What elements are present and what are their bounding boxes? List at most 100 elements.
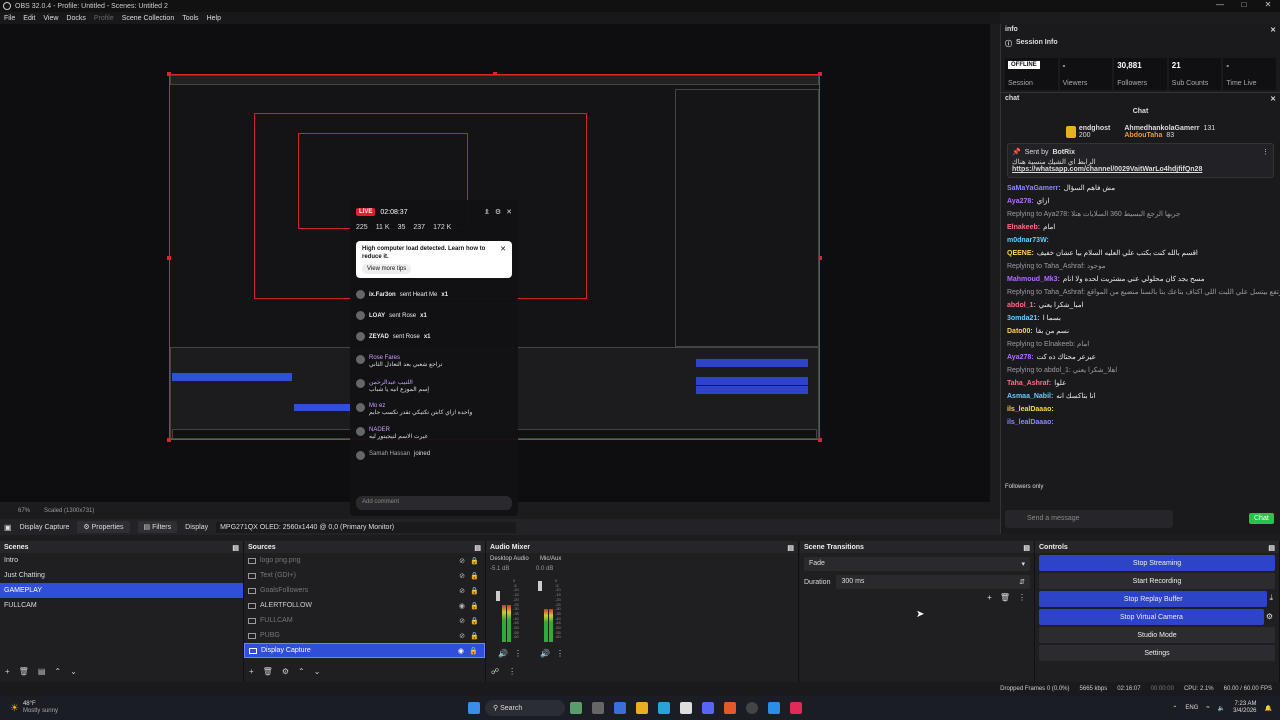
- close-icon[interactable]: ✕: [1270, 95, 1276, 103]
- settings-icon[interactable]: ⚙: [495, 208, 501, 216]
- taskbar-search[interactable]: ⚲ Search: [484, 700, 565, 716]
- source-item[interactable]: GoalsFollowers ⊘ 🔒: [244, 583, 485, 598]
- chat-reply-line: Replying to Elnakeeb: امام: [1007, 341, 1090, 348]
- dock-float-icon[interactable]: ▤: [1023, 544, 1030, 552]
- trash-icon[interactable]: 🗑: [19, 667, 29, 676]
- duration-input[interactable]: 300 ms ⇵: [836, 575, 1030, 589]
- menu-tools[interactable]: Tools: [182, 15, 198, 22]
- nested-menubar: [170, 75, 819, 85]
- menu-docks[interactable]: Docks: [66, 15, 85, 22]
- add-icon[interactable]: +: [249, 667, 254, 676]
- zoom-level[interactable]: 67%: [18, 508, 30, 514]
- maximize-icon[interactable]: □: [1232, 0, 1256, 9]
- stop-replay-buffer-button[interactable]: Stop Replay Buffer: [1039, 591, 1268, 607]
- arrow-down-icon[interactable]: ⌄: [70, 667, 77, 676]
- studio-mode-button[interactable]: Studio Mode: [1039, 627, 1275, 643]
- minimize-icon[interactable]: —: [1208, 0, 1232, 9]
- more-icon[interactable]: ⋮: [1262, 148, 1269, 156]
- scene-item-gameplay[interactable]: GAMEPLAY: [0, 583, 243, 598]
- brave-icon[interactable]: [723, 702, 736, 714]
- volume-slider[interactable]: [538, 581, 542, 591]
- chat-input[interactable]: Send a message: [1005, 510, 1173, 528]
- close-icon[interactable]: ✕: [500, 245, 506, 261]
- chat-send-button[interactable]: Chat: [1249, 513, 1274, 524]
- menu-view[interactable]: View: [43, 15, 58, 22]
- source-item-selected[interactable]: Display Capture ◉ 🔒: [244, 643, 485, 658]
- more-icon[interactable]: ⋮: [508, 667, 516, 676]
- gear-icon[interactable]: ⚙: [282, 667, 289, 676]
- speaker-icon[interactable]: 🔊: [540, 649, 550, 658]
- arrow-up-icon[interactable]: ⌃: [54, 667, 61, 676]
- add-icon[interactable]: +: [5, 667, 10, 676]
- scene-item-intro[interactable]: Intro: [0, 553, 243, 568]
- source-item[interactable]: Text (GDI+) ⊘ 🔒: [244, 568, 485, 583]
- add-icon[interactable]: +: [987, 593, 992, 602]
- close-icon[interactable]: ✕: [506, 208, 512, 216]
- arrow-down-icon[interactable]: ⌄: [314, 667, 321, 676]
- scene-item-fullcam[interactable]: FULLCAM: [0, 598, 243, 613]
- folder-icon[interactable]: [635, 702, 648, 714]
- more-icon[interactable]: ⋮: [1018, 593, 1026, 602]
- close-icon[interactable]: ✕: [1256, 0, 1280, 9]
- source-item[interactable]: ALERTFOLLOW ◉ 🔒: [244, 598, 485, 613]
- more-icon[interactable]: ⋮: [556, 649, 564, 658]
- close-icon[interactable]: ✕: [1270, 26, 1276, 34]
- filter-icon[interactable]: ▤: [38, 667, 46, 676]
- notification-icon[interactable]: 🔔: [1265, 705, 1272, 712]
- lock-icon: 🔒: [470, 572, 479, 580]
- windows-start-icon[interactable]: [467, 702, 480, 714]
- right-dock-panel: info ✕ ⓘ Session Info OFFLINE Session - View…: [1000, 24, 1280, 534]
- task-view-icon[interactable]: [591, 702, 604, 714]
- start-recording-button[interactable]: Start Recording: [1039, 573, 1275, 589]
- meter-scale: 0 -5 -10 -15 -20 -25 -30 -35 -40 -45 -50 -55 -60: [513, 578, 529, 640]
- menu-help[interactable]: Help: [207, 15, 221, 22]
- widgets-icon[interactable]: [569, 702, 582, 714]
- stop-streaming-button[interactable]: Stop Streaming: [1039, 555, 1275, 571]
- source-item[interactable]: FULLCAM ⊘ 🔒: [244, 613, 485, 628]
- resize-handle[interactable]: [167, 256, 171, 260]
- volume-slider[interactable]: [496, 591, 500, 601]
- source-item[interactable]: logo png.png ⊘ 🔒: [244, 553, 485, 568]
- chrome-icon[interactable]: [679, 702, 692, 714]
- share-icon[interactable]: ⇭: [484, 208, 490, 216]
- dock-float-icon[interactable]: ▤: [787, 544, 794, 552]
- dock-float-icon[interactable]: ▤: [232, 544, 239, 552]
- save-replay-icon[interactable]: ⤓: [1269, 593, 1273, 603]
- menu-file[interactable]: File: [4, 15, 15, 22]
- tiktok-icon[interactable]: [789, 702, 802, 714]
- transition-select[interactable]: Fade ▾: [804, 557, 1030, 571]
- source-toolbar: ▣ Display Capture ⚙ Properties ▤ Filters…: [0, 519, 1000, 535]
- menu-edit[interactable]: Edit: [23, 15, 35, 22]
- tray-chevron-icon[interactable]: ⌃: [1172, 705, 1177, 712]
- discord-icon[interactable]: [701, 702, 714, 714]
- edge-icon[interactable]: [657, 702, 670, 714]
- trash-icon[interactable]: 🗑: [263, 667, 273, 676]
- more-icon[interactable]: ⋮: [514, 649, 522, 658]
- trash-icon[interactable]: 🗑: [1000, 593, 1010, 602]
- display-select[interactable]: MPG271QX OLED: 2560x1440 @ 0,0 (Primary …: [216, 521, 517, 533]
- app-icon[interactable]: [767, 702, 780, 714]
- source-item[interactable]: PUBG ⊘ 🔒: [244, 628, 485, 643]
- scene-item-just-chatting[interactable]: Just Chatting: [0, 568, 243, 583]
- app-icon[interactable]: [613, 702, 626, 714]
- dock-float-icon[interactable]: ▤: [474, 544, 481, 552]
- clock[interactable]: 7:23 AM 3/4/2026: [1233, 701, 1256, 715]
- language-indicator[interactable]: ENG: [1185, 705, 1198, 711]
- link-icon[interactable]: ☍: [491, 667, 499, 676]
- nested-source-selected: [294, 404, 350, 411]
- menu-profile[interactable]: Profile: [94, 15, 114, 22]
- filters-button[interactable]: ▤ Filters: [137, 521, 178, 533]
- speaker-icon[interactable]: 🔊: [498, 649, 508, 658]
- gear-icon[interactable]: ⚙: [1266, 612, 1273, 621]
- dock-float-icon[interactable]: ▤: [1268, 544, 1275, 552]
- pinned-link[interactable]: https://whatsapp.com/channel/0029VaitWar…: [1012, 166, 1269, 173]
- obs-icon[interactable]: [745, 702, 758, 714]
- settings-button[interactable]: Settings: [1039, 645, 1275, 661]
- arrow-up-icon[interactable]: ⌃: [298, 667, 305, 676]
- volume-icon[interactable]: 🔈: [1218, 705, 1225, 712]
- wifi-icon[interactable]: ≈: [1206, 705, 1209, 711]
- stop-virtual-camera-button[interactable]: Stop Virtual Camera: [1039, 609, 1264, 625]
- view-tips-button[interactable]: View more tips: [362, 264, 412, 274]
- properties-button[interactable]: ⚙ Properties: [77, 521, 130, 533]
- menu-scene-collection[interactable]: Scene Collection: [122, 15, 175, 22]
